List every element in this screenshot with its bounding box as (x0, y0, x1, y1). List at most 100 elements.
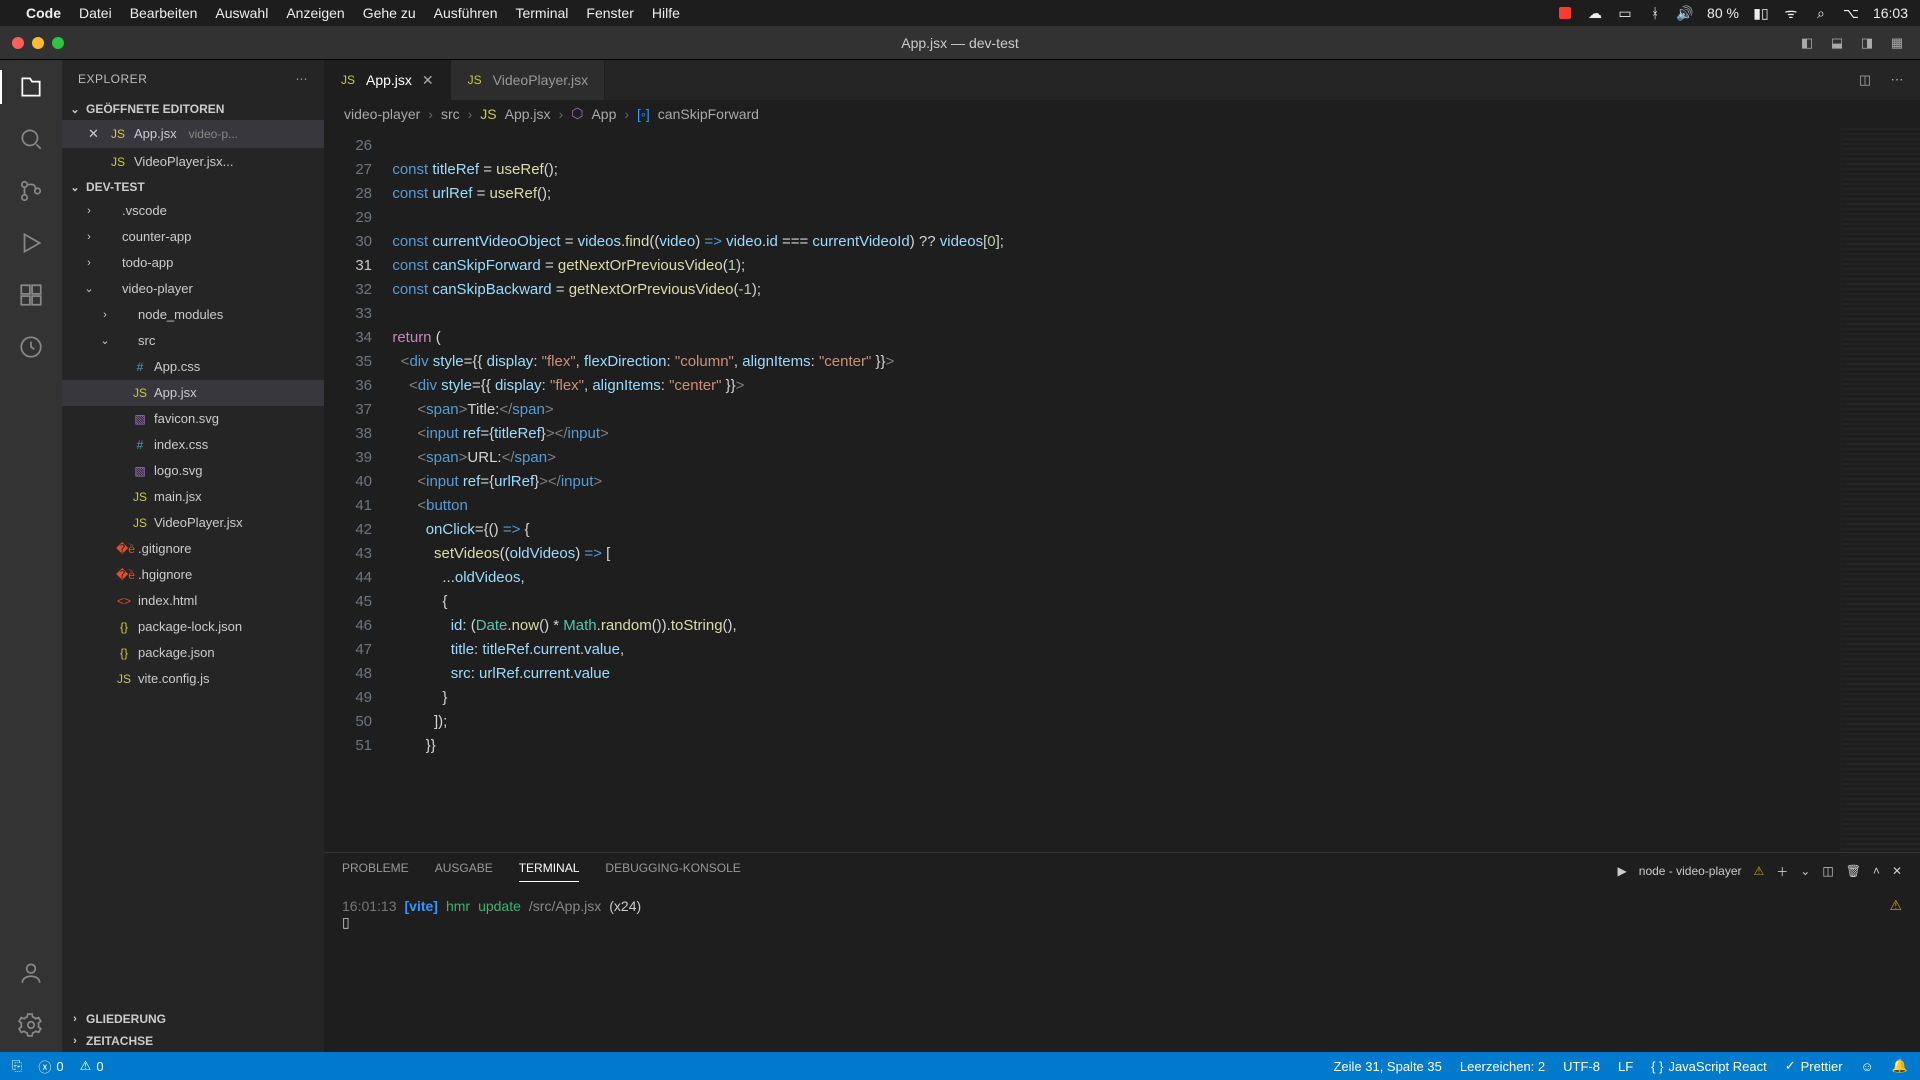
minimap[interactable] (1840, 128, 1920, 852)
status-eol[interactable]: LF (1618, 1059, 1633, 1074)
panel-tab-problems[interactable]: PROBLEME (342, 861, 409, 882)
terminal-warning-icon[interactable]: ⚠ (1754, 864, 1765, 878)
status-prettier[interactable]: ✓ Prettier (1785, 1058, 1843, 1074)
status-remote-icon[interactable]: ⎘ (12, 1058, 22, 1074)
breadcrumbs[interactable]: video-player› src› JSApp.jsx› ⬡App› [◦]c… (324, 100, 1920, 128)
battery-percent[interactable]: 80 % (1707, 5, 1739, 21)
tree-file[interactable]: JSVideoPlayer.jsx (62, 510, 324, 536)
bluetooth-icon[interactable]: ᚼ (1647, 5, 1663, 21)
activity-search-icon[interactable] (14, 122, 48, 156)
terminal-body[interactable]: 16:01:13 [vite] hmr update /src/App.jsx … (324, 889, 1920, 1052)
panel-tab-terminal[interactable]: TERMINAL (519, 861, 580, 882)
tree-file[interactable]: JSvite.config.js (62, 666, 324, 692)
terminal-split-icon[interactable]: ◫ (1822, 864, 1833, 878)
activity-liveshare-icon[interactable] (14, 330, 48, 364)
project-header[interactable]: ⌄DEV-TEST (62, 176, 324, 198)
terminal-trash-icon[interactable]: 🗑 (1846, 864, 1861, 878)
tree-file[interactable]: #App.css (62, 354, 324, 380)
layout-bottom-icon[interactable]: ⬓ (1826, 32, 1848, 54)
status-cursor-pos[interactable]: Zeile 31, Spalte 35 (1333, 1059, 1441, 1074)
sidebar-more-icon[interactable]: ⋯ (296, 72, 309, 86)
open-editors-header[interactable]: ⌄GEÖFFNETE EDITOREN (62, 98, 324, 120)
open-editor-item[interactable]: JSVideoPlayer.jsx... (62, 148, 324, 176)
cloud-icon[interactable]: ☁ (1587, 5, 1603, 21)
outline-header[interactable]: ›GLIEDERUNG (62, 1008, 324, 1030)
window-title: App.jsx — dev-test (901, 35, 1019, 51)
tab-more-icon[interactable]: ⋯ (1886, 69, 1908, 91)
tree-folder[interactable]: ⌄video-player (62, 276, 324, 302)
activity-debug-icon[interactable] (14, 226, 48, 260)
menu-goto[interactable]: Gehe zu (363, 5, 416, 21)
tree-file[interactable]: {}package.json (62, 640, 324, 666)
line-gutter: 2627282930313233343536373839404142434445… (324, 128, 384, 852)
window-minimize-button[interactable] (32, 37, 44, 49)
status-warnings[interactable]: ⚠ 0 (80, 1058, 104, 1074)
terminal-close-icon[interactable]: ✕ (1892, 864, 1902, 878)
recording-icon[interactable] (1557, 5, 1573, 21)
editor-tab[interactable]: JSVideoPlayer.jsx (451, 60, 605, 100)
battery-icon[interactable]: ▮▯ (1753, 5, 1769, 21)
split-editor-icon[interactable]: ◫ (1854, 69, 1876, 91)
tree-file[interactable]: <>index.html (62, 588, 324, 614)
status-errors[interactable]: ⓧ 0 (38, 1057, 63, 1076)
activity-settings-icon[interactable] (14, 1008, 48, 1042)
editor-tab[interactable]: JSApp.jsx✕ (324, 60, 451, 100)
layout-right-icon[interactable]: ◨ (1856, 32, 1878, 54)
tree-folder[interactable]: ›todo-app (62, 250, 324, 276)
terminal-process-label[interactable]: node - video-player (1639, 864, 1742, 878)
timeline-header[interactable]: ›ZEITACHSE (62, 1030, 324, 1052)
status-language[interactable]: { } JavaScript React (1651, 1059, 1767, 1074)
wifi-icon[interactable]: ᯤ (1783, 5, 1799, 21)
layout-grid-icon[interactable]: ▦ (1886, 32, 1908, 54)
tree-file[interactable]: ▧logo.svg (62, 458, 324, 484)
menu-select[interactable]: Auswahl (215, 5, 268, 21)
control-center-icon[interactable]: ⌥ (1843, 5, 1859, 21)
terminal-process-icon[interactable]: ▶ (1618, 864, 1627, 878)
sidebar-title: EXPLORER ⋯ (62, 60, 324, 98)
menu-file[interactable]: Datei (79, 5, 112, 21)
tree-folder[interactable]: ›node_modules (62, 302, 324, 328)
clock[interactable]: 16:03 (1873, 5, 1908, 21)
panel-tab-output[interactable]: AUSGABE (435, 861, 493, 882)
volume-icon[interactable]: 🔊 (1677, 5, 1693, 21)
activity-scm-icon[interactable] (14, 174, 48, 208)
tree-file[interactable]: ▧favicon.svg (62, 406, 324, 432)
menu-edit[interactable]: Bearbeiten (130, 5, 198, 21)
terminal-new-icon[interactable]: ＋ (1776, 863, 1788, 880)
editor-body[interactable]: 2627282930313233343536373839404142434445… (324, 128, 1920, 852)
tree-file[interactable]: {}package-lock.json (62, 614, 324, 640)
activity-explorer-icon[interactable] (14, 70, 48, 104)
activity-bar (0, 60, 62, 1052)
status-encoding[interactable]: UTF-8 (1563, 1059, 1600, 1074)
search-icon[interactable]: ⌕ (1813, 5, 1829, 21)
code-area[interactable]: const titleRef = useRef(); const urlRef … (384, 128, 1840, 852)
tree-file[interactable]: JSApp.jsx (62, 380, 324, 406)
tree-file[interactable]: JSmain.jsx (62, 484, 324, 510)
tab-close-icon[interactable]: ✕ (422, 72, 434, 89)
status-spaces[interactable]: Leerzeichen: 2 (1460, 1059, 1545, 1074)
status-bell-icon[interactable]: 🔔 (1892, 1058, 1908, 1074)
menu-view[interactable]: Anzeigen (286, 5, 344, 21)
window-maximize-button[interactable] (52, 37, 64, 49)
open-editor-item[interactable]: ✕JSApp.jsxvideo-p... (62, 120, 324, 148)
tree-folder[interactable]: ›.vscode (62, 198, 324, 224)
window-close-button[interactable] (12, 37, 24, 49)
menu-help[interactable]: Hilfe (652, 5, 680, 21)
tree-folder[interactable]: ⌄src (62, 328, 324, 354)
panel-tab-debug[interactable]: DEBUGGING-KONSOLE (605, 861, 740, 882)
terminal-up-icon[interactable]: ˄ (1873, 864, 1880, 878)
tree-file[interactable]: �ề.hgignore (62, 562, 324, 588)
menu-run[interactable]: Ausführen (434, 5, 498, 21)
layout-left-icon[interactable]: ◧ (1796, 32, 1818, 54)
menu-app-name[interactable]: Code (26, 5, 61, 21)
tree-folder[interactable]: ›counter-app (62, 224, 324, 250)
activity-extensions-icon[interactable] (14, 278, 48, 312)
display-icon[interactable]: ▭ (1617, 5, 1633, 21)
menu-window[interactable]: Fenster (586, 5, 633, 21)
status-feedback-icon[interactable]: ☺ (1861, 1059, 1874, 1074)
tree-file[interactable]: #index.css (62, 432, 324, 458)
activity-account-icon[interactable] (14, 956, 48, 990)
menu-terminal[interactable]: Terminal (515, 5, 568, 21)
terminal-dropdown-icon[interactable]: ⌄ (1800, 864, 1810, 878)
tree-file[interactable]: �ề.gitignore (62, 536, 324, 562)
